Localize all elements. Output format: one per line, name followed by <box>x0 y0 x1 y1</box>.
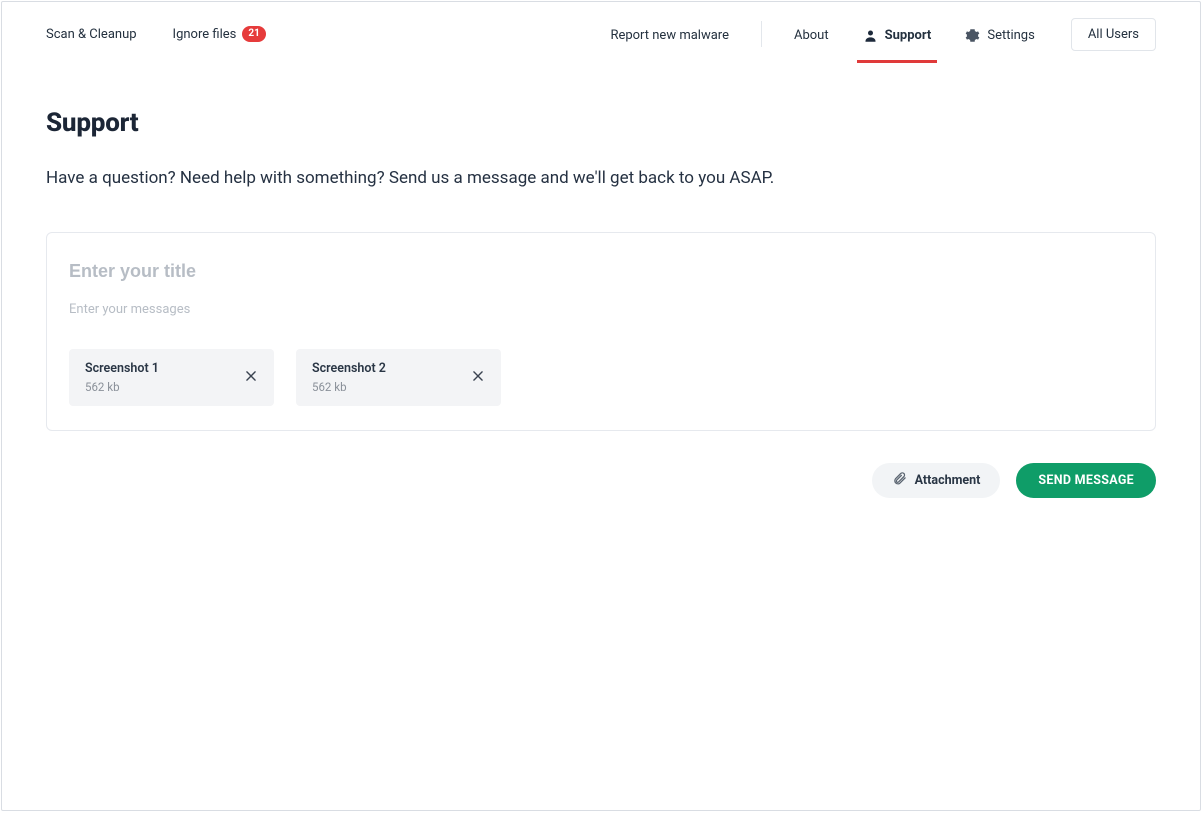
nav-settings-label: Settings <box>987 28 1034 43</box>
attachment-name: Screenshot 2 <box>312 361 386 376</box>
attachment-size: 562 kb <box>312 380 386 394</box>
action-row: Attachment SEND MESSAGE <box>46 463 1156 498</box>
nav-ignore-files[interactable]: Ignore files 21 <box>173 26 266 42</box>
send-message-label: SEND MESSAGE <box>1038 473 1134 488</box>
nav-scan-cleanup[interactable]: Scan & Cleanup <box>46 27 137 42</box>
support-form-card: Screenshot 1 562 kb Screenshot 2 562 kb <box>46 232 1156 431</box>
user-select-label: All Users <box>1088 27 1139 42</box>
title-input[interactable] <box>69 255 1133 294</box>
attachment-chip: Screenshot 1 562 kb <box>69 349 274 406</box>
attachments-list: Screenshot 1 562 kb Screenshot 2 562 kb <box>69 349 1133 406</box>
nav-left: Scan & Cleanup Ignore files 21 <box>46 26 266 42</box>
nav-ignore-files-label: Ignore files <box>173 27 237 42</box>
nav-settings[interactable]: Settings <box>963 6 1036 63</box>
nav-support[interactable]: Support <box>861 6 934 63</box>
user-select[interactable]: All Users <box>1071 18 1156 51</box>
ignore-files-badge: 21 <box>242 26 265 42</box>
nav-report-malware[interactable]: Report new malware <box>608 6 731 63</box>
nav-about[interactable]: About <box>792 6 831 63</box>
page-subtitle: Have a question? Need help with somethin… <box>46 168 1156 188</box>
attachment-meta: Screenshot 1 562 kb <box>85 361 159 394</box>
attachment-meta: Screenshot 2 562 kb <box>312 361 386 394</box>
main-content: Support Have a question? Need help with … <box>2 66 1200 498</box>
attachment-chip: Screenshot 2 562 kb <box>296 349 501 406</box>
page-title: Support <box>46 108 1156 138</box>
gear-icon <box>965 28 980 43</box>
user-icon <box>863 28 878 43</box>
nav-report-malware-label: Report new malware <box>610 28 729 43</box>
attachment-size: 562 kb <box>85 380 159 394</box>
attachment-name: Screenshot 1 <box>85 361 159 376</box>
attachment-button-label: Attachment <box>915 473 981 488</box>
attachment-button[interactable]: Attachment <box>872 463 1001 498</box>
send-message-button[interactable]: SEND MESSAGE <box>1016 463 1156 498</box>
nav-about-label: About <box>794 28 829 43</box>
message-input[interactable] <box>69 294 1133 323</box>
nav-right: Report new malware About Support Setting… <box>608 6 1156 63</box>
nav-divider <box>761 21 762 47</box>
app-window: Scan & Cleanup Ignore files 21 Report ne… <box>1 1 1201 811</box>
close-icon <box>244 369 258 386</box>
close-icon <box>471 369 485 386</box>
top-nav: Scan & Cleanup Ignore files 21 Report ne… <box>2 2 1200 66</box>
attachment-remove-button[interactable] <box>240 367 262 389</box>
attachment-remove-button[interactable] <box>467 367 489 389</box>
paperclip-icon <box>892 471 907 490</box>
nav-support-label: Support <box>885 28 932 43</box>
nav-scan-cleanup-label: Scan & Cleanup <box>46 27 137 42</box>
